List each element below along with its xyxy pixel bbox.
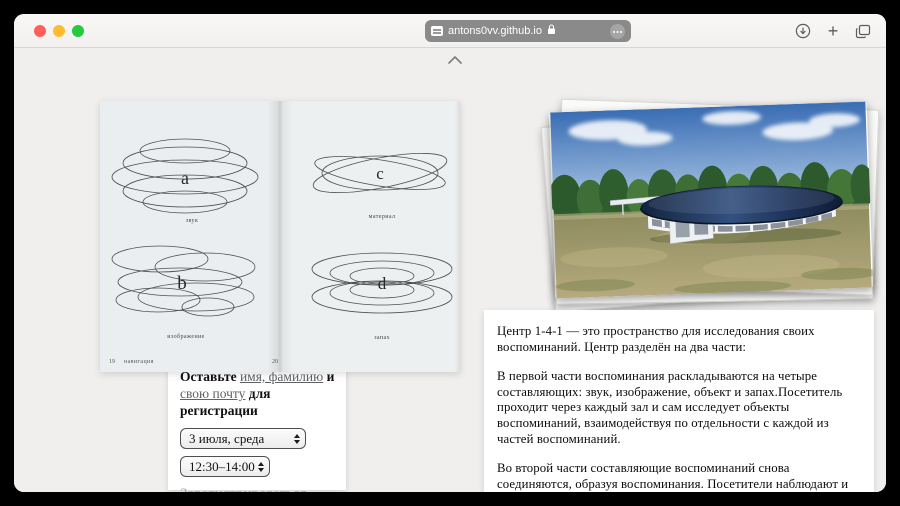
diagram-smell: d	[307, 240, 457, 325]
book-spread-image: a звук b изображение c материал d запах …	[100, 101, 460, 372]
diagram-sound: a	[110, 129, 260, 224]
stepper-icon	[256, 461, 265, 472]
about-text-card: Центр 1-4-1 — это пространство для иссле…	[484, 310, 874, 492]
new-tab-icon[interactable]: +	[824, 22, 842, 40]
diagram-letter-d: d	[378, 274, 387, 293]
diagram-letter-b: b	[177, 273, 187, 294]
diagram-label-material: материал	[368, 214, 396, 220]
diagram-letter-c: c	[376, 164, 384, 183]
book-seam	[267, 101, 293, 372]
page-content: a звук b изображение c материал d запах …	[14, 49, 886, 492]
diagram-label-image: изображение	[167, 334, 205, 340]
pavilion-photo	[549, 101, 874, 299]
minimize-window-button[interactable]	[53, 25, 65, 37]
page-number-left: 19	[109, 359, 115, 365]
email-link[interactable]: свою почту	[180, 386, 245, 401]
date-select[interactable]: 3 июля, среда	[180, 428, 306, 449]
zoom-window-button[interactable]	[72, 25, 84, 37]
about-paragraph-3: Во второй части составляющие воспоминани…	[497, 461, 849, 491]
tabs-overview-icon[interactable]	[854, 22, 872, 40]
about-paragraph-1: Центр 1-4-1 — это пространство для иссле…	[497, 324, 815, 354]
time-select[interactable]: 12:30–14:00	[180, 456, 270, 477]
browser-titlebar: antons0vv.github.io +	[14, 14, 886, 48]
book-page-edge	[455, 101, 460, 372]
photo-stack	[540, 98, 880, 313]
browser-window: antons0vv.github.io + a звук b изображен…	[14, 14, 886, 492]
stepper-icon	[292, 433, 301, 444]
diagram-label-smell: запах	[374, 335, 390, 341]
page-proxy-icon	[431, 26, 443, 36]
url-text: antons0vv.github.io	[448, 25, 542, 37]
diagram-image: b	[108, 237, 258, 327]
close-window-button[interactable]	[34, 25, 46, 37]
time-select-value: 12:30–14:00	[189, 458, 255, 474]
page-number-right: 20	[272, 359, 278, 365]
date-select-value: 3 июля, среда	[189, 430, 265, 446]
address-bar[interactable]: antons0vv.github.io	[425, 20, 631, 42]
diagram-letter-a: a	[181, 168, 189, 188]
book-footer-navigation: навигация	[124, 359, 154, 365]
window-controls	[34, 25, 84, 37]
chevron-up-icon[interactable]	[447, 53, 463, 65]
diagram-label-sound: звук	[185, 218, 199, 224]
lock-icon	[547, 22, 556, 40]
toolbar-right: +	[794, 22, 872, 40]
more-icon[interactable]	[610, 23, 625, 39]
about-paragraph-2: В первой части воспоминания раскладывают…	[497, 369, 843, 446]
form-intro-text: Оставьте имя, фамилию и свою почту для р…	[180, 368, 340, 419]
diagram-material: c	[305, 133, 455, 213]
registration-form: Оставьте имя, фамилию и свою почту для р…	[168, 362, 346, 492]
register-button[interactable]: Зарегистрироваться	[180, 486, 307, 492]
downloads-icon[interactable]	[794, 22, 812, 40]
